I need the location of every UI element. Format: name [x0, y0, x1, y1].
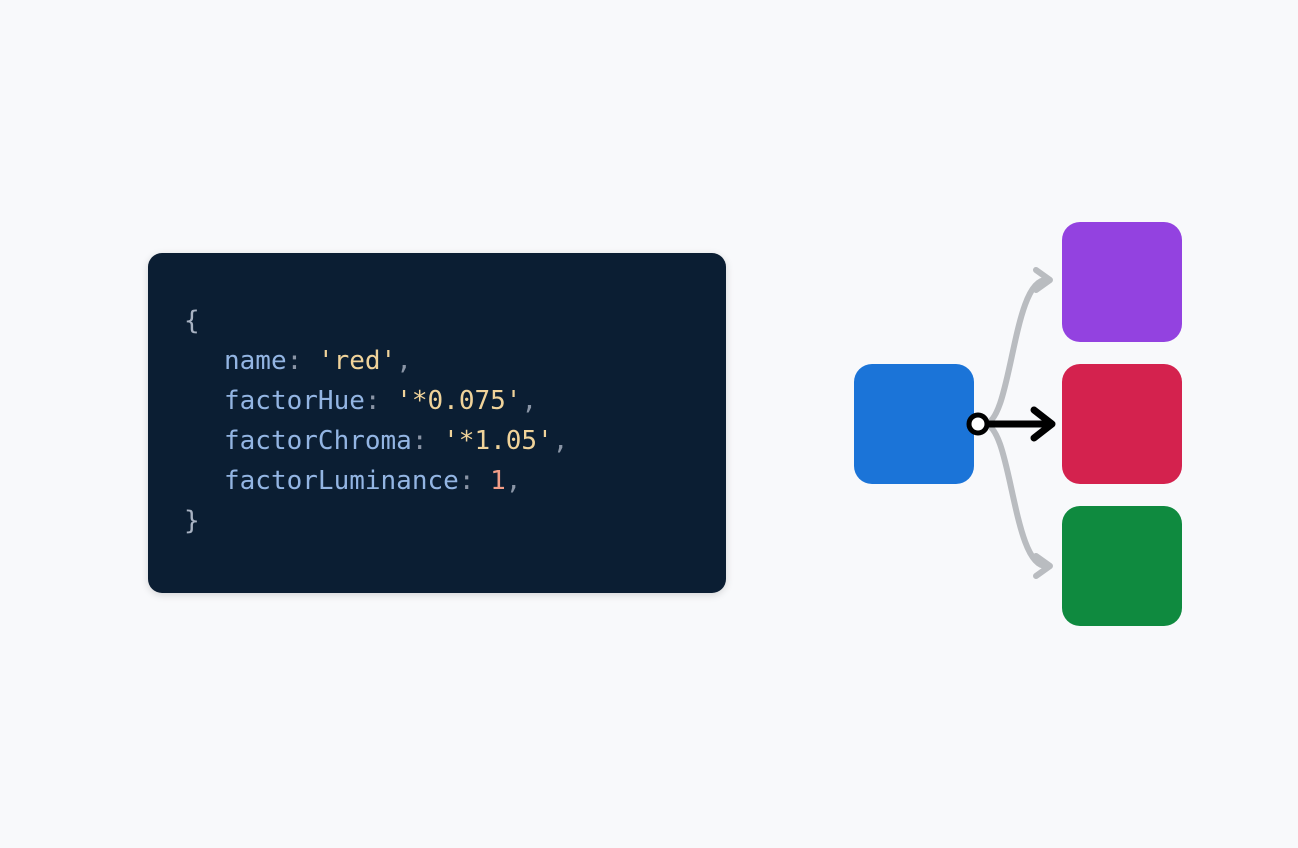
open-brace: {	[184, 306, 200, 336]
code-line-name: name: 'red',	[184, 341, 690, 381]
code-line-factorchroma: factorChroma: '*1.05',	[184, 421, 690, 461]
code-line-factorhue: factorHue: '*0.075',	[184, 381, 690, 421]
code-line-close: }	[184, 501, 690, 541]
code-block: { name: 'red', factorHue: '*0.075', fact…	[148, 253, 726, 593]
swatch-source-blue	[854, 364, 974, 484]
swatch-green	[1062, 506, 1182, 626]
color-diagram	[840, 210, 1200, 640]
code-line-factorluminance: factorLuminance: 1,	[184, 461, 690, 501]
code-line-open: {	[184, 301, 690, 341]
swatch-purple	[1062, 222, 1182, 342]
close-brace: }	[184, 506, 200, 536]
swatch-red	[1062, 364, 1182, 484]
